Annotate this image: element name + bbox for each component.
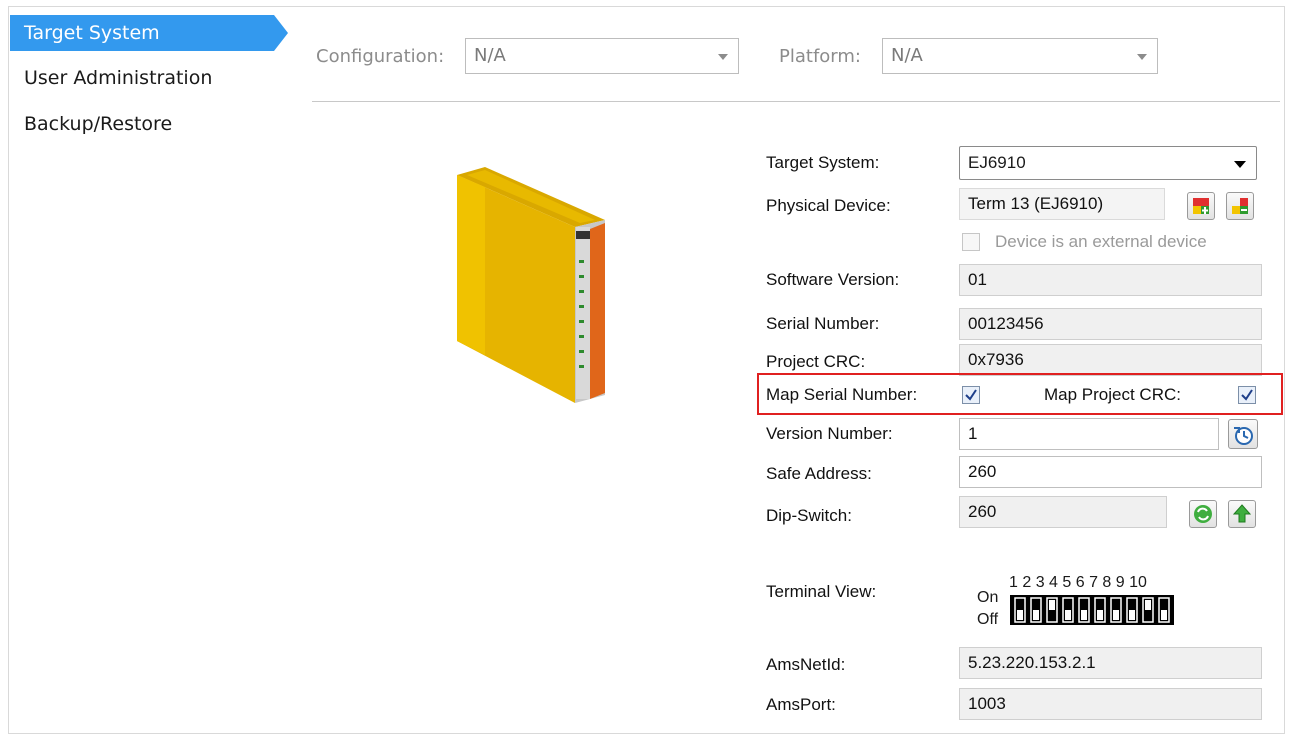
nav-item-target-system[interactable]: Target System <box>10 15 288 51</box>
add-device-button[interactable] <box>1187 192 1215 220</box>
dip-switch-field[interactable]: 260 <box>959 496 1167 528</box>
map-project-crc-label: Map Project CRC: <box>1044 385 1181 404</box>
amsport-value: 1003 <box>968 694 1006 713</box>
software-version-value: 01 <box>968 270 987 289</box>
serial-number-value: 00123456 <box>968 314 1044 333</box>
configuration-label: Configuration: <box>316 46 445 67</box>
nav-item-backup-restore[interactable]: Backup/Restore <box>10 106 264 142</box>
physical-device-value: Term 13 (EJ6910) <box>968 194 1104 213</box>
device-image <box>457 167 605 403</box>
version-number-value: 1 <box>968 424 978 443</box>
dip-switch-knob <box>1113 610 1119 620</box>
map-project-crc-checkbox[interactable] <box>1238 386 1256 404</box>
target-system-select[interactable]: EJ6910 <box>959 146 1257 180</box>
physical-device-label: Physical Device: <box>766 196 891 215</box>
dip-on-label: On <box>977 589 999 606</box>
terminal-view-label: Terminal View: <box>766 582 877 601</box>
version-history-button[interactable] <box>1228 419 1258 449</box>
project-crc-label: Project CRC: <box>766 352 866 371</box>
chevron-down-icon <box>1137 54 1147 60</box>
upload-dip-button[interactable] <box>1228 500 1256 528</box>
arrow-up-icon <box>1232 504 1252 523</box>
dip-switch-knob <box>1033 610 1039 620</box>
software-version-field[interactable]: 01 <box>959 264 1262 296</box>
dip-switch-knob <box>1161 610 1167 620</box>
chevron-down-icon <box>718 54 728 60</box>
divider <box>312 101 1280 102</box>
external-device-checkbox[interactable] <box>962 233 980 251</box>
platform-select[interactable]: N/A <box>882 38 1158 74</box>
platform-value: N/A <box>891 45 923 66</box>
version-number-input[interactable]: 1 <box>959 418 1219 450</box>
dip-switch-label: Dip-Switch: <box>766 506 852 525</box>
checkmark-icon <box>965 389 977 401</box>
dip-switch-knob <box>1017 610 1023 620</box>
history-icon <box>1234 427 1253 445</box>
nav-item-user-administration[interactable]: User Administration <box>10 60 264 96</box>
configuration-select[interactable]: N/A <box>465 38 739 74</box>
map-serial-number-checkbox[interactable] <box>962 386 980 404</box>
remove-device-icon <box>1232 198 1248 214</box>
serial-number-label: Serial Number: <box>766 314 880 333</box>
project-crc-field[interactable]: 0x7936 <box>959 344 1262 376</box>
physical-device-field[interactable]: Term 13 (EJ6910) <box>959 188 1165 220</box>
target-system-label: Target System: <box>766 153 880 172</box>
remove-device-button[interactable] <box>1226 192 1254 220</box>
amsnetid-field[interactable]: 5.23.220.153.2.1 <box>959 647 1262 679</box>
safe-address-input[interactable]: 260 <box>959 456 1262 488</box>
dip-switch-knob <box>1049 600 1055 610</box>
project-crc-value: 0x7936 <box>968 350 1024 369</box>
dip-numbers: 1 2 3 4 5 6 7 8 9 10 <box>1009 574 1147 591</box>
serial-number-field[interactable]: 00123456 <box>959 308 1262 340</box>
target-system-value: EJ6910 <box>968 153 1026 172</box>
dip-switch-knob <box>1065 610 1071 620</box>
dip-switch-knob <box>1097 610 1103 620</box>
safe-address-value: 260 <box>968 462 997 481</box>
platform-label: Platform: <box>779 46 861 67</box>
map-serial-number-label: Map Serial Number: <box>766 385 918 404</box>
amsport-field[interactable]: 1003 <box>959 688 1262 720</box>
version-number-label: Version Number: <box>766 424 893 443</box>
external-device-label: Device is an external device <box>995 232 1207 251</box>
dip-switch-knob <box>1081 610 1087 620</box>
chevron-down-icon <box>1234 161 1246 168</box>
dip-switch-knob <box>1129 610 1135 620</box>
dip-switch-block <box>1010 595 1174 625</box>
add-device-icon <box>1193 198 1209 214</box>
refresh-icon <box>1194 505 1212 523</box>
amsnetid-label: AmsNetId: <box>766 655 846 674</box>
dip-switch-knob <box>1145 600 1151 610</box>
checkmark-icon <box>1241 389 1253 401</box>
amsport-label: AmsPort: <box>766 695 836 714</box>
dip-off-label: Off <box>977 611 999 628</box>
safe-address-label: Safe Address: <box>766 464 872 483</box>
software-version-label: Software Version: <box>766 270 900 289</box>
configuration-value: N/A <box>474 45 506 66</box>
refresh-dip-button[interactable] <box>1189 500 1217 528</box>
amsnetid-value: 5.23.220.153.2.1 <box>968 653 1096 672</box>
dip-switch-value: 260 <box>968 502 997 521</box>
